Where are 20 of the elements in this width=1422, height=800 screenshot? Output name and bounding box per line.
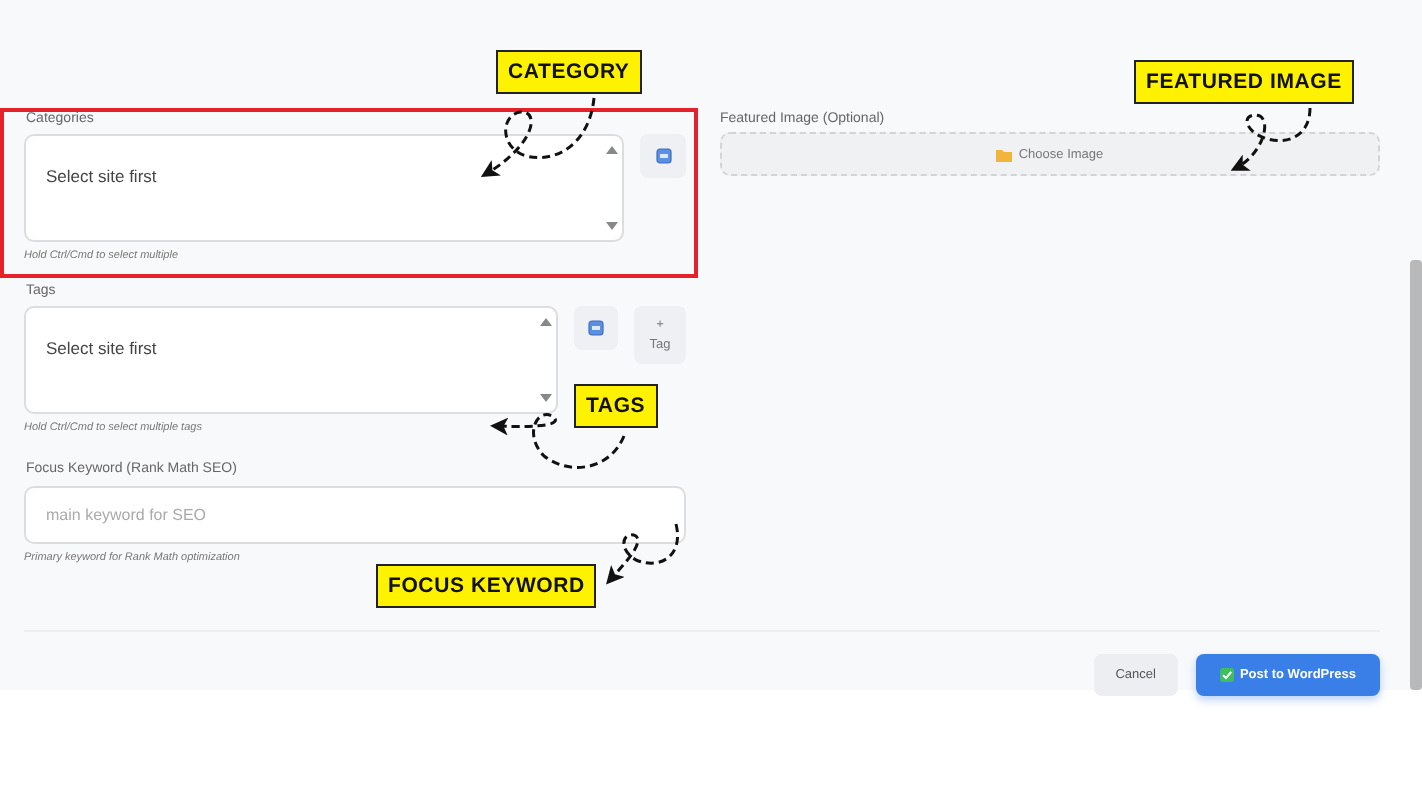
dashed-arrow [1230, 107, 1312, 172]
refresh-button[interactable] [640, 134, 686, 178]
square-icon [588, 320, 605, 336]
callout-label: FEATURED IMAGE [1134, 60, 1354, 104]
callout-label: FOCUS KEYWORD [376, 564, 597, 608]
dashed-arrow [606, 523, 679, 585]
keyword-input-field[interactable]: main keyword for SEO [24, 486, 686, 544]
dashed-arrow [481, 97, 596, 178]
scroll-arrows-icon [540, 314, 552, 406]
tags-select[interactable]: Select site first [24, 306, 558, 414]
scroll-arrows-icon [606, 142, 618, 234]
refresh-button[interactable] [574, 306, 619, 350]
checkbox-icon [1219, 668, 1234, 682]
categories-select[interactable]: Select site first [24, 134, 624, 242]
scrollbar[interactable] [1410, 260, 1422, 690]
callout-label: TAGS [574, 384, 658, 428]
callout-label: CATEGORY [496, 50, 642, 94]
folder-icon [996, 147, 1013, 161]
dashed-arrow [490, 413, 626, 469]
square-icon [655, 148, 671, 164]
